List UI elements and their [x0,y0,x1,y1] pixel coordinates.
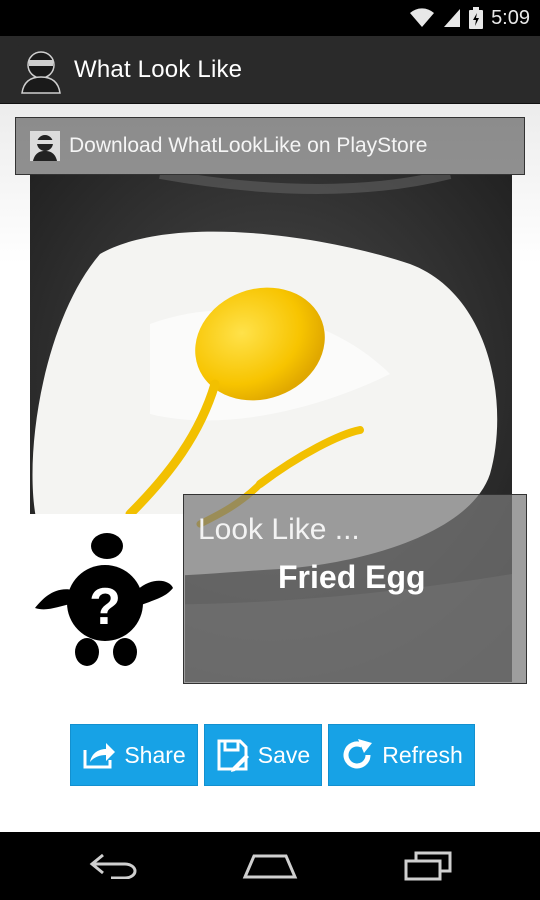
share-icon [83,743,116,769]
mystery-mascot-icon: ? [15,514,185,682]
save-icon [217,739,249,772]
action-buttons: Share Save Refresh [70,724,475,786]
thief-logo-icon [30,131,60,161]
download-banner[interactable]: Download WhatLookLike on PlayStore [15,117,525,175]
wifi-icon [410,8,435,27]
refresh-label: Refresh [382,741,463,768]
action-bar: What Look Like [0,36,540,104]
thief-logo-icon[interactable] [16,44,66,95]
refresh-button[interactable]: Refresh [328,724,475,786]
share-label: Share [124,741,186,768]
home-icon[interactable] [240,846,300,886]
svg-text:?: ? [89,578,121,636]
status-icons: 5:09 [409,0,530,36]
status-bar: 5:09 [0,0,540,36]
signal-icon [444,9,461,27]
download-banner-label: Download WhatLookLike on PlayStore [69,134,428,157]
share-button[interactable]: Share [70,724,198,786]
result-panel: Look Like ... Fried Egg [183,494,527,684]
result-value: Fried Egg [278,559,426,595]
result-heading: Look Like ... [198,513,360,546]
save-button[interactable]: Save [204,724,322,786]
main-content: Download WhatLookLike on PlayStore ? Loo… [0,104,540,832]
recents-icon[interactable] [398,846,458,886]
status-time: 5:09 [491,6,530,29]
navigation-bar [0,832,540,900]
app-title: What Look Like [74,55,243,83]
battery-icon [469,7,484,29]
back-icon[interactable] [84,846,144,886]
refresh-icon [343,739,373,769]
save-label: Save [257,741,311,768]
